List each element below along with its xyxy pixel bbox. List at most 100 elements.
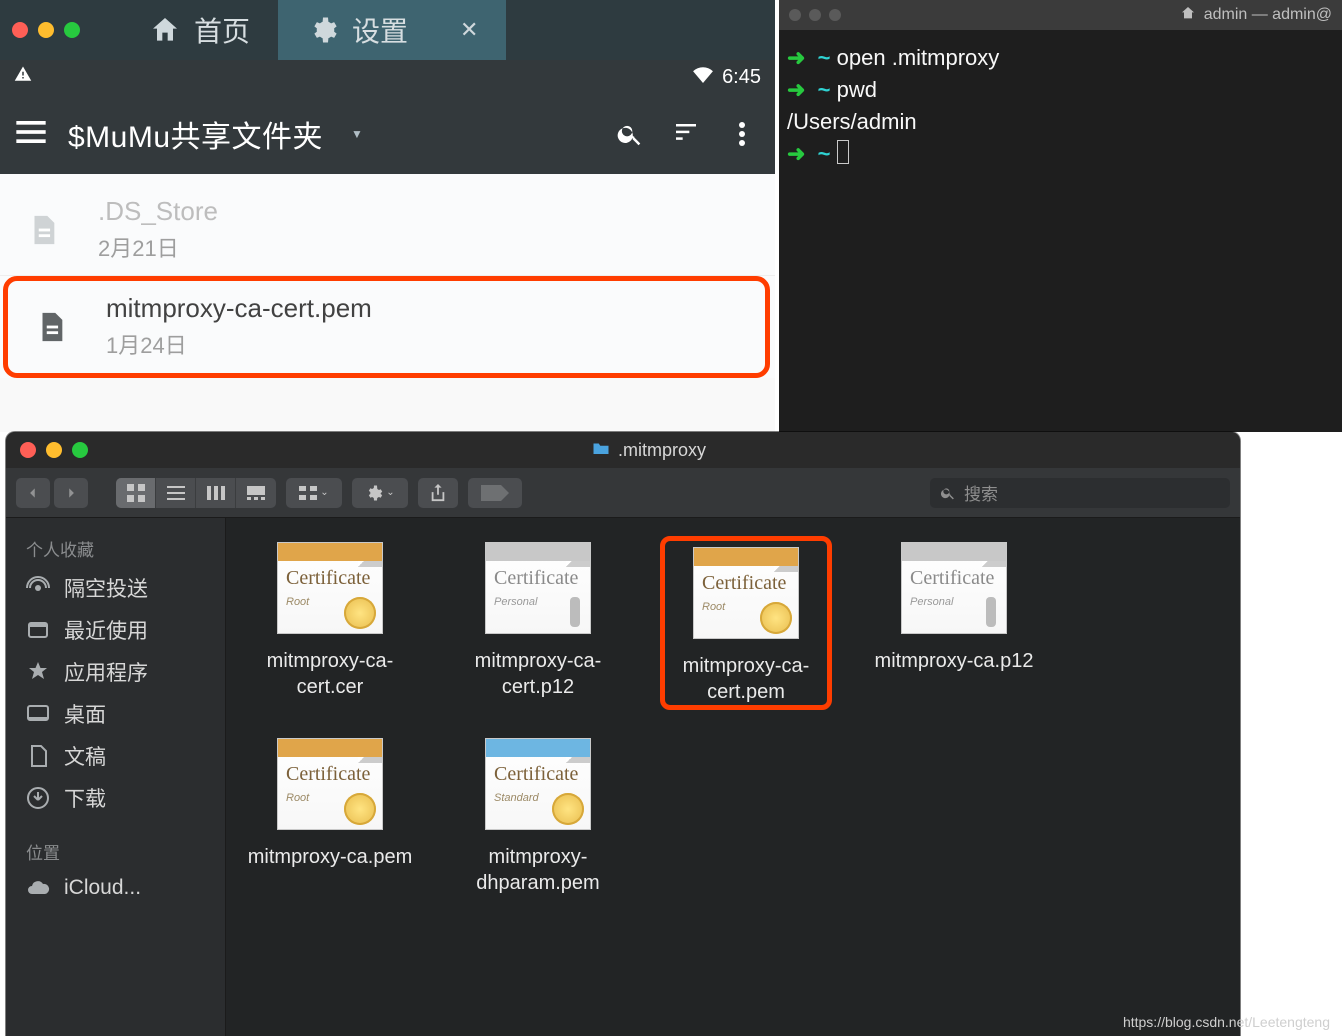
finder-file-item[interactable]: CertificatePersonalmitmproxy-ca.p12	[868, 542, 1040, 710]
view-icons-button[interactable]	[116, 478, 156, 508]
tab-home[interactable]: 首页	[120, 0, 278, 60]
certificate-icon: CertificatePersonal	[901, 542, 1007, 634]
watermark-text: https://blog.csdn.net/Leetengteng	[1123, 1014, 1330, 1030]
certificate-icon: CertificateRoot	[277, 738, 383, 830]
prompt-arrow: ➜	[787, 45, 805, 70]
minimize-dot[interactable]	[809, 9, 821, 21]
finder-file-item[interactable]: CertificateRoot mitmproxy-ca-cert.cer	[244, 542, 416, 710]
folder-title: $MuMu共享文件夹	[68, 112, 323, 156]
action-menu-button[interactable]: ⌄	[352, 478, 408, 508]
prompt-tilde: ~	[818, 141, 831, 166]
terminal-output: /Users/admin	[787, 109, 917, 134]
zoom-dot[interactable]	[829, 9, 841, 21]
sort-icon[interactable]	[669, 117, 703, 151]
finder-file-label: mitmproxy-ca.pem	[248, 844, 412, 870]
android-file-list: .DS_Store 2月21日 mitmproxy-ca-cert.pem 1月…	[0, 174, 775, 378]
certificate-icon: CertificateRoot	[693, 547, 799, 639]
terminal-window: admin — admin@ ➜ ~ open .mitmproxy ➜ ~ p…	[779, 0, 1342, 432]
emulator-titlebar: 首页 设置 ✕	[0, 0, 775, 60]
zoom-dot[interactable]	[64, 22, 80, 38]
window-controls	[12, 22, 80, 38]
view-columns-button[interactable]	[196, 478, 236, 508]
sidebar-label: 桌面	[64, 699, 106, 729]
terminal-command: pwd	[837, 77, 877, 102]
minimize-dot[interactable]	[46, 442, 62, 458]
search-icon[interactable]	[613, 117, 647, 151]
finder-file-label: mitmproxy-ca-cert.cer	[244, 648, 416, 700]
tab-home-label: 首页	[194, 10, 250, 50]
folder-icon	[592, 440, 610, 461]
file-date: 1月24日	[106, 328, 372, 360]
prompt-arrow: ➜	[787, 141, 805, 166]
file-icon	[30, 306, 72, 348]
close-dot[interactable]	[12, 22, 28, 38]
finder-content: CertificateRootmitmproxy-ca-cert.cerCert…	[226, 518, 1240, 1036]
tab-settings-label: 设置	[352, 10, 408, 50]
sidebar-item-applications[interactable]: 应用程序	[6, 651, 225, 693]
sidebar-label: 文稿	[64, 741, 106, 771]
search-input[interactable]: 搜索	[930, 478, 1230, 508]
share-button[interactable]	[418, 478, 458, 508]
prompt-tilde: ~	[818, 77, 831, 102]
window-controls	[20, 442, 88, 458]
finder-sidebar: 个人收藏 隔空投送 最近使用 应用程序 桌面 文稿 下载 位置 iCloud..…	[6, 518, 226, 1036]
sidebar-label: iCloud...	[64, 876, 141, 900]
sidebar-item-recents[interactable]: 最近使用	[6, 609, 225, 651]
finder-toolbar: ⌄ ⌄ 搜索	[6, 468, 1240, 518]
android-emulator-window: 首页 设置 ✕ 6:45 $MuMu共享文件夹 ▼	[0, 0, 775, 432]
sidebar-group-favorites: 个人收藏	[6, 532, 225, 567]
close-dot[interactable]	[789, 9, 801, 21]
status-time: 6:45	[722, 66, 761, 89]
close-dot[interactable]	[20, 442, 36, 458]
view-mode-group	[116, 478, 276, 508]
terminal-cursor	[837, 140, 849, 164]
warning-icon	[14, 65, 32, 89]
dropdown-caret-icon[interactable]: ▼	[351, 127, 363, 141]
tags-button[interactable]	[468, 478, 522, 508]
sidebar-item-documents[interactable]: 文稿	[6, 735, 225, 777]
file-date: 2月21日	[98, 231, 218, 263]
file-name: mitmproxy-ca-cert.pem	[106, 293, 372, 324]
terminal-body[interactable]: ➜ ~ open .mitmproxy ➜ ~ pwd /Users/admin…	[779, 30, 1342, 182]
file-icon	[22, 209, 64, 251]
finder-file-item[interactable]: CertificatePersonal mitmproxy-ca-cert.p12	[452, 542, 624, 710]
certificate-icon: CertificatePersonal	[485, 542, 591, 634]
sidebar-label: 最近使用	[64, 615, 148, 645]
group-by-button[interactable]: ⌄	[286, 478, 342, 508]
forward-button[interactable]	[54, 478, 88, 508]
view-gallery-button[interactable]	[236, 478, 276, 508]
sidebar-label: 隔空投送	[64, 573, 148, 603]
android-status-bar: 6:45	[0, 60, 775, 94]
finder-titlebar: .mitmproxy	[6, 432, 1240, 468]
view-list-button[interactable]	[156, 478, 196, 508]
finder-file-label: mitmproxy-ca-cert.p12	[452, 648, 624, 700]
finder-file-item[interactable]: CertificateStandard mitmproxy-dhparam.pem	[452, 738, 624, 896]
gear-icon	[306, 13, 340, 47]
sidebar-group-locations: 位置	[6, 835, 225, 870]
sidebar-item-icloud[interactable]: iCloud...	[6, 870, 225, 906]
tab-settings[interactable]: 设置 ✕	[278, 0, 506, 60]
file-item[interactable]: mitmproxy-ca-cert.pem 1月24日	[8, 281, 765, 373]
finder-window: .mitmproxy ⌄ ⌄ 搜索 个人收藏 隔空投送	[6, 432, 1240, 1036]
zoom-dot[interactable]	[72, 442, 88, 458]
file-item[interactable]: .DS_Store 2月21日	[0, 184, 775, 276]
sidebar-label: 应用程序	[64, 657, 148, 687]
sidebar-item-downloads[interactable]: 下载	[6, 777, 225, 819]
certificate-icon: CertificateRoot	[277, 542, 383, 634]
certificate-icon: CertificateStandard	[485, 738, 591, 830]
finder-file-item[interactable]: CertificateRoot mitmproxy-ca.pem	[244, 738, 416, 896]
home-icon	[148, 13, 182, 47]
terminal-titlebar: admin — admin@	[779, 0, 1342, 30]
minimize-dot[interactable]	[38, 22, 54, 38]
sidebar-item-desktop[interactable]: 桌面	[6, 693, 225, 735]
finder-file-label: mitmproxy-dhparam.pem	[452, 844, 624, 896]
tab-close-icon[interactable]: ✕	[460, 17, 478, 43]
terminal-title: admin — admin@	[1204, 6, 1332, 24]
sidebar-item-airdrop[interactable]: 隔空投送	[6, 567, 225, 609]
window-controls	[789, 9, 841, 21]
back-button[interactable]	[16, 478, 50, 508]
search-icon	[940, 485, 956, 501]
more-icon[interactable]	[725, 117, 759, 151]
finder-file-item[interactable]: CertificateRootmitmproxy-ca-cert.pem	[660, 536, 832, 710]
hamburger-icon[interactable]	[16, 121, 46, 148]
